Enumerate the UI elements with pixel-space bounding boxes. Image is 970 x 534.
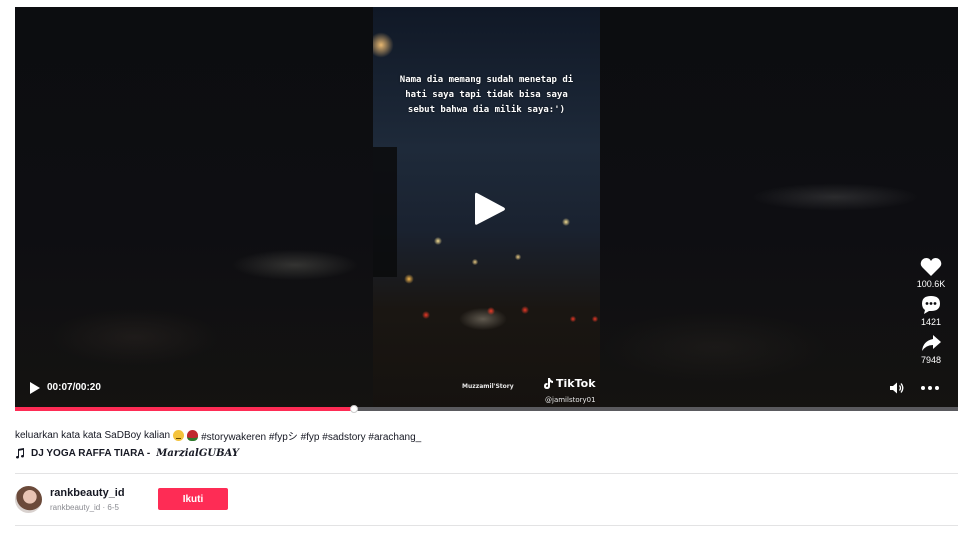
video-player[interactable]: Nama dia memang sudah menetap di hati sa… [15, 7, 958, 411]
description-text: keluarkan kata kata SaDBoy kalian [15, 430, 171, 441]
progress-knob[interactable] [350, 405, 359, 413]
comment-icon[interactable] [920, 295, 942, 315]
share-icon[interactable] [920, 333, 942, 353]
heart-icon[interactable] [920, 257, 942, 277]
share-count: 7948 [920, 355, 942, 365]
author-username[interactable]: rankbeauty_id [50, 487, 125, 499]
volume-icon[interactable] [889, 381, 905, 395]
video-caption-overlay: Nama dia memang sudah menetap di hati sa… [399, 75, 574, 115]
time-display: 00:07/00:20 [47, 382, 101, 393]
tiktok-logo-icon [544, 378, 553, 389]
music-note-icon [16, 448, 24, 459]
watermark-brand: TikTok [542, 377, 596, 390]
music-title: DJ YOGA RAFFA TIARA - [31, 448, 151, 459]
video-frame[interactable]: Nama dia memang sudah menetap di hati sa… [373, 7, 600, 411]
like-count: 100.6K [916, 279, 946, 289]
description-hashtags[interactable]: #storywakeren #fypシ #fyp #sadstory #arac… [201, 428, 421, 443]
music-info[interactable]: DJ YOGA RAFFA TIARA - MarzialGUBAY [15, 448, 239, 459]
avatar[interactable] [15, 486, 42, 513]
play-pause-icon[interactable] [28, 381, 41, 395]
watermark-brand-text: TikTok [556, 377, 596, 390]
play-icon[interactable] [473, 190, 507, 228]
side-actions: 100.6K 1421 7948 [915, 257, 947, 371]
follow-button[interactable]: Ikuti [158, 488, 228, 510]
divider [15, 525, 958, 526]
building-silhouette [373, 147, 397, 277]
comment-button[interactable]: 1421 [915, 295, 947, 327]
watermark-handle: @jamilstory01 [545, 396, 596, 404]
rose-emoji-icon [187, 430, 199, 441]
more-icon[interactable] [920, 385, 940, 391]
like-button[interactable]: 100.6K [915, 257, 947, 289]
share-button[interactable]: 7948 [915, 333, 947, 365]
music-artist: MarzialGUBAY [156, 448, 239, 459]
divider [15, 473, 958, 474]
author-subline: rankbeauty_id · 6-5 [50, 503, 119, 512]
progress-fill [15, 407, 355, 411]
watermark-creator: Muzzamil'Story [462, 383, 514, 390]
video-description: keluarkan kata kata SaDBoy kalian #story… [15, 428, 421, 443]
smile-emoji-icon [173, 430, 185, 441]
comment-count: 1421 [920, 317, 942, 327]
progress-bar[interactable] [15, 405, 958, 413]
